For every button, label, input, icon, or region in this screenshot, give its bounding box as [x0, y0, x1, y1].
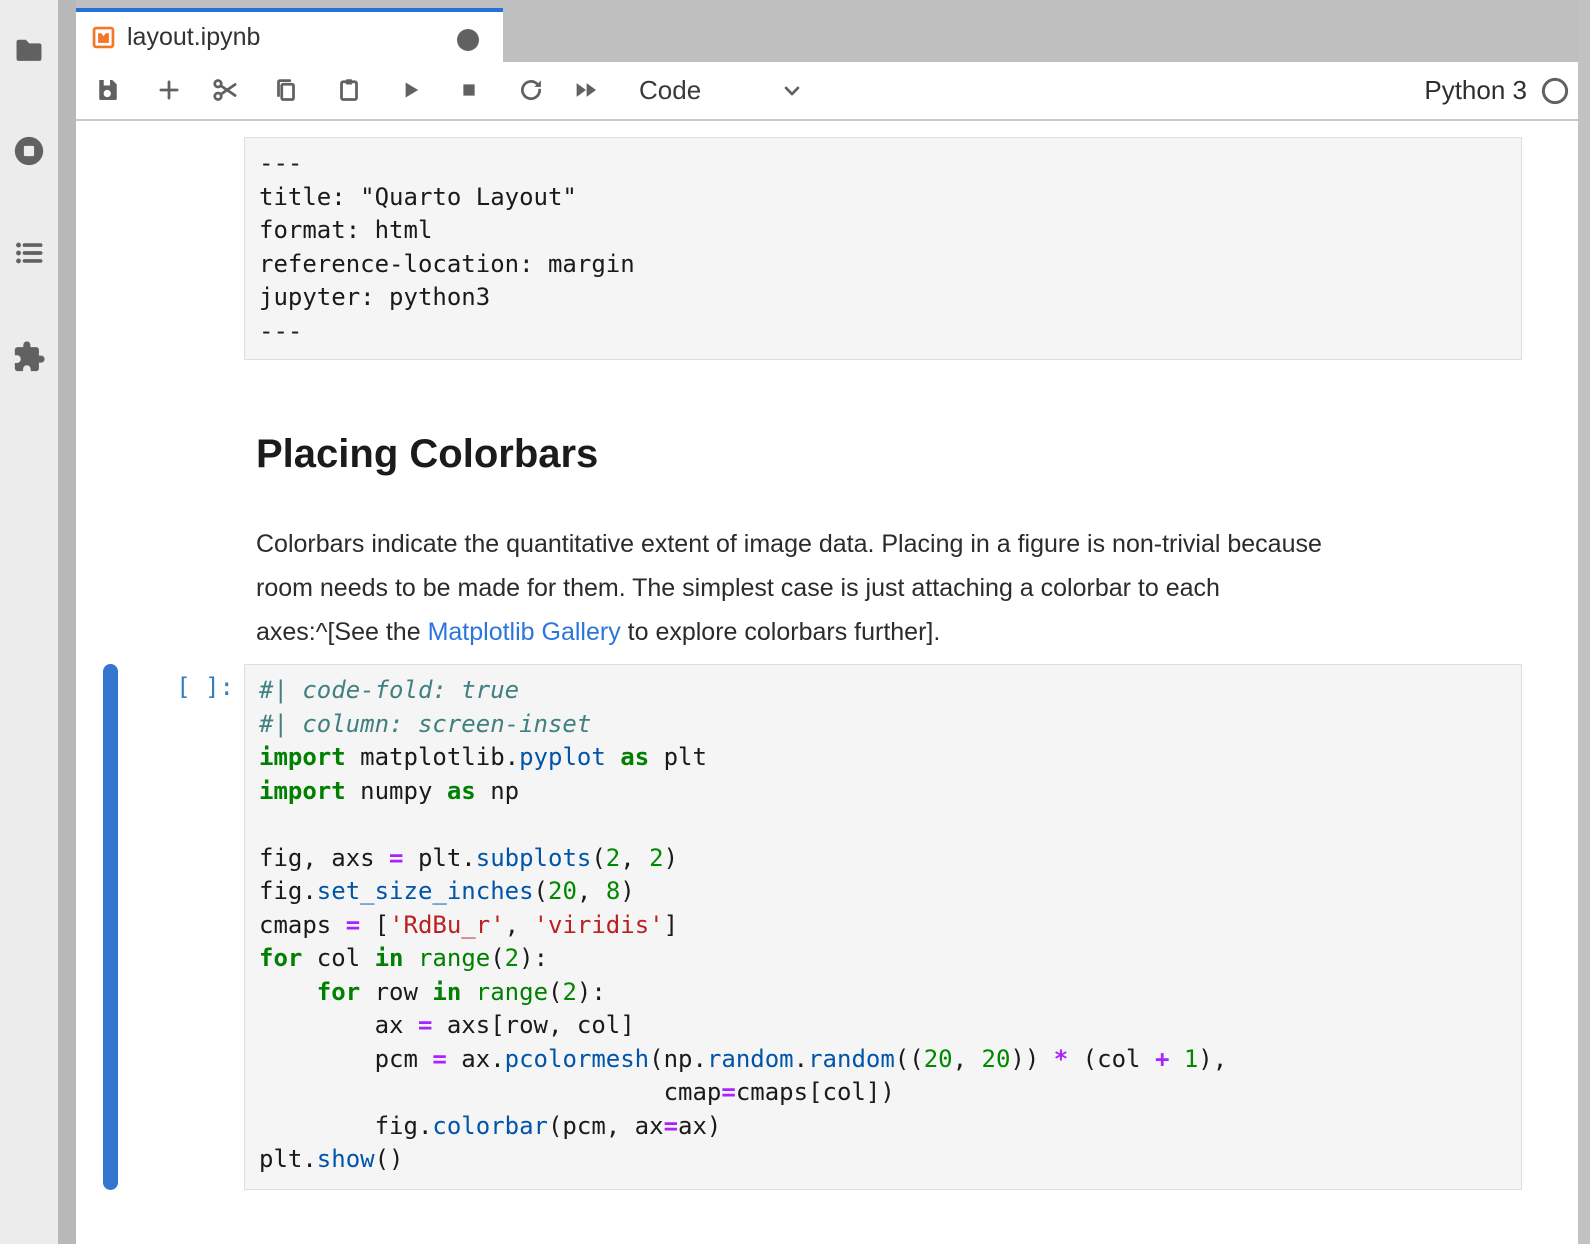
- restart-and-run-all-button[interactable]: [566, 70, 606, 110]
- notebook-panel: ---title: "Quarto Layout"format: htmlref…: [76, 121, 1578, 1244]
- code-cell-editor[interactable]: #| code-fold: true#| column: screen-inse…: [244, 664, 1522, 1190]
- cell-collapser[interactable]: [103, 664, 118, 1190]
- insert-cell-below-button[interactable]: [149, 70, 189, 110]
- cut-cells-button[interactable]: [206, 70, 246, 110]
- paragraph-line-1: Colorbars indicate the quantitative exte…: [256, 530, 1322, 558]
- matplotlib-gallery-link[interactable]: Matplotlib Gallery: [428, 618, 621, 646]
- run-cell-button[interactable]: [390, 70, 430, 110]
- raw-cell-editor[interactable]: ---title: "Quarto Layout"format: htmlref…: [244, 137, 1522, 360]
- kernel-area: Python 3: [1424, 62, 1570, 119]
- kernel-idle-circle-icon[interactable]: [1540, 76, 1570, 106]
- tab-dirty-indicator[interactable]: [457, 29, 479, 51]
- tab-layout-ipynb[interactable]: layout.ipynb: [76, 8, 503, 62]
- restart-kernel-button[interactable]: [511, 70, 551, 110]
- main-dock-panel: layout.ipynb C: [76, 0, 1578, 1244]
- interrupt-kernel-button[interactable]: [449, 70, 489, 110]
- tab-title: layout.ipynb: [127, 23, 260, 52]
- panel-divider: [58, 0, 76, 1244]
- right-gutter: [1578, 0, 1590, 1244]
- cell-type-dropdown[interactable]: Code: [639, 62, 805, 119]
- cell-type-value: Code: [639, 75, 701, 106]
- paragraph-line-2: room needs to be made for them. The simp…: [256, 574, 1220, 602]
- paragraph-line-3-prefix: axes:^[See the: [256, 618, 428, 646]
- extension-manager-icon[interactable]: [12, 340, 46, 374]
- notebook-file-icon: [90, 24, 117, 51]
- paste-cells-button[interactable]: [329, 70, 369, 110]
- tab-bar: layout.ipynb: [76, 0, 1578, 62]
- file-browser-icon[interactable]: [12, 33, 46, 67]
- running-kernels-icon[interactable]: [12, 134, 46, 168]
- activity-sidebar: [0, 0, 58, 1244]
- paragraph-line-3-suffix: to explore colorbars further].: [621, 618, 941, 646]
- cell-input-prompt: [ ]:: [106, 673, 234, 701]
- notebook-toolbar: Code Python 3: [76, 62, 1578, 121]
- copy-cells-button[interactable]: [266, 70, 306, 110]
- markdown-heading: Placing Colorbars: [256, 432, 598, 477]
- save-button[interactable]: [88, 70, 128, 110]
- markdown-paragraph: Colorbars indicate the quantitative exte…: [256, 522, 1512, 654]
- table-of-contents-icon[interactable]: [12, 236, 46, 270]
- chevron-down-icon: [779, 78, 805, 104]
- kernel-name[interactable]: Python 3: [1424, 75, 1527, 106]
